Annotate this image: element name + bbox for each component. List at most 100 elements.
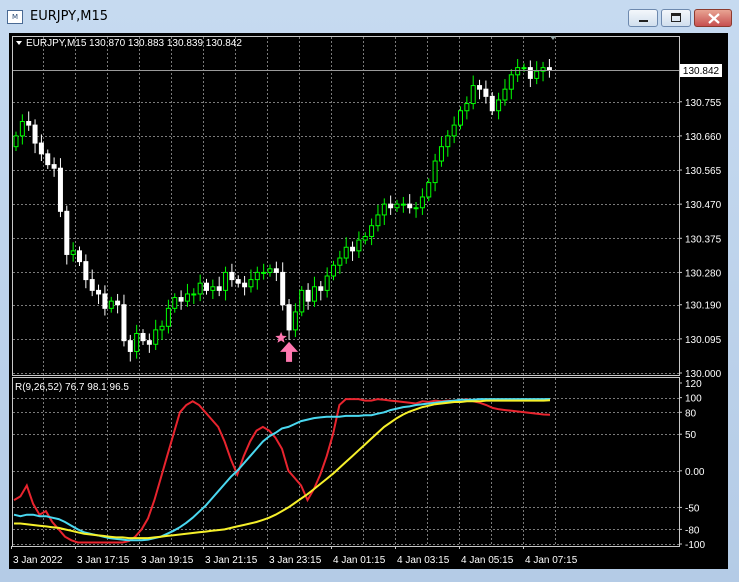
candle-body xyxy=(178,297,184,302)
candle-body xyxy=(299,289,305,313)
minimize-button[interactable] xyxy=(628,9,658,27)
time-tick-label: 4 Jan 03:15 xyxy=(397,555,450,566)
candle-body xyxy=(350,246,356,252)
indicator-header: R(9,26,52) 76.7 98.1 96.5 xyxy=(15,382,129,393)
candle-body xyxy=(108,300,114,309)
candle-body xyxy=(394,203,400,209)
window-title: EURJPY,M15 xyxy=(30,9,108,24)
indicator-tick-label: -100 xyxy=(685,540,705,551)
time-tick-label: 3 Jan 23:15 xyxy=(269,555,322,566)
candle-body xyxy=(159,325,165,331)
indicator-tick-label: -80 xyxy=(685,525,700,536)
candle-body xyxy=(191,293,197,296)
candle-body xyxy=(19,121,25,137)
candle-body xyxy=(96,289,102,295)
candle-body xyxy=(261,271,267,274)
candle-body xyxy=(267,268,273,273)
indicator-tick-label: 100 xyxy=(685,394,702,405)
candle-body xyxy=(502,88,508,101)
candle-body xyxy=(210,286,216,291)
price-tick-label: 130.095 xyxy=(685,335,722,346)
price-label: 130.842 xyxy=(683,66,720,77)
indicator-tick-label: 80 xyxy=(685,408,697,419)
candle-body xyxy=(375,214,381,227)
candle-body xyxy=(305,289,311,302)
price-tick-label: 130.280 xyxy=(685,268,722,279)
indicator-tick-label: 0.00 xyxy=(685,467,705,478)
price-tick-label: 130.660 xyxy=(685,132,722,143)
chart-window-icon: M xyxy=(7,10,23,24)
time-tick-label: 4 Jan 05:15 xyxy=(461,555,514,566)
price-tick-label: 130.565 xyxy=(685,166,722,177)
candle-body xyxy=(426,182,432,198)
time-tick-label: 4 Jan 07:15 xyxy=(525,555,578,566)
indicator-tick-label: -50 xyxy=(685,503,700,514)
candle-body xyxy=(445,135,451,148)
time-tick-label: 3 Jan 2022 xyxy=(13,555,63,566)
candle-body xyxy=(140,332,146,342)
candle-body xyxy=(381,203,387,216)
candle-body xyxy=(508,74,514,90)
time-tick-label: 3 Jan 19:15 xyxy=(141,555,194,566)
candle-body xyxy=(362,235,368,241)
candle-body xyxy=(64,210,70,255)
candle-body xyxy=(89,279,95,291)
price-tick-label: 130.755 xyxy=(685,98,722,109)
title-bar[interactable]: M EURJPY,M15 xyxy=(0,0,739,32)
candle-body xyxy=(343,246,349,259)
candle-body xyxy=(254,271,260,281)
candle-body xyxy=(464,103,470,112)
candle-body xyxy=(204,282,209,291)
minimize-icon xyxy=(639,20,648,22)
candle-body xyxy=(153,329,159,345)
candle-body xyxy=(165,307,171,327)
candle-body xyxy=(45,153,51,166)
price-tick-label: 130.375 xyxy=(685,234,722,245)
candle-body xyxy=(432,160,438,184)
candle-body xyxy=(242,282,248,288)
candle-body xyxy=(216,286,222,291)
candle-body xyxy=(127,340,133,352)
candle-body xyxy=(388,203,394,209)
close-button[interactable] xyxy=(694,9,732,27)
candle-body xyxy=(77,250,82,263)
maximize-icon xyxy=(671,13,681,22)
candle-body xyxy=(248,279,254,288)
candle-body xyxy=(527,67,533,79)
candle-body xyxy=(356,239,362,252)
ohlc-label: 130.870 130.883 130.839 130.842 xyxy=(89,38,242,49)
candle-body xyxy=(70,250,76,255)
candle-body xyxy=(477,85,483,90)
candle-body xyxy=(51,164,57,169)
candle-body xyxy=(407,203,413,209)
chart-canvas[interactable]: 130.755 130.660 130.565 130.470 130.375 130.2… xyxy=(9,33,728,569)
candle-body xyxy=(223,271,229,291)
time-tick-label: 3 Jan 21:15 xyxy=(205,555,258,566)
candle-body xyxy=(337,257,343,266)
candle-body xyxy=(419,196,425,209)
candle-body xyxy=(521,67,527,70)
candle-body xyxy=(515,67,521,76)
candle-body xyxy=(369,225,375,237)
close-icon xyxy=(708,13,720,24)
candle-body xyxy=(102,293,108,309)
symbol-label: EURJPY,M15 xyxy=(26,38,87,49)
candle-body xyxy=(115,300,121,306)
candle-body xyxy=(458,110,463,126)
candle-body xyxy=(413,207,419,210)
candle-body xyxy=(400,203,406,206)
maximize-button[interactable] xyxy=(661,9,691,27)
chart-area[interactable]: 130.755 130.660 130.565 130.470 130.375 130.2… xyxy=(9,33,728,569)
candle-body xyxy=(13,135,19,148)
candle-body xyxy=(489,95,495,112)
candle-body xyxy=(172,297,178,309)
candle-body xyxy=(292,311,298,331)
price-axis[interactable]: 130.755 130.660 130.565 130.470 130.375 130.2… xyxy=(679,98,722,380)
candle-body xyxy=(438,146,444,162)
candle-body xyxy=(32,124,38,144)
price-tick-label: 130.190 xyxy=(685,301,722,312)
candle-body xyxy=(273,268,279,273)
indicator-tick-label: 120 xyxy=(685,379,702,390)
candle-body xyxy=(26,121,32,126)
candle-body xyxy=(184,293,190,302)
